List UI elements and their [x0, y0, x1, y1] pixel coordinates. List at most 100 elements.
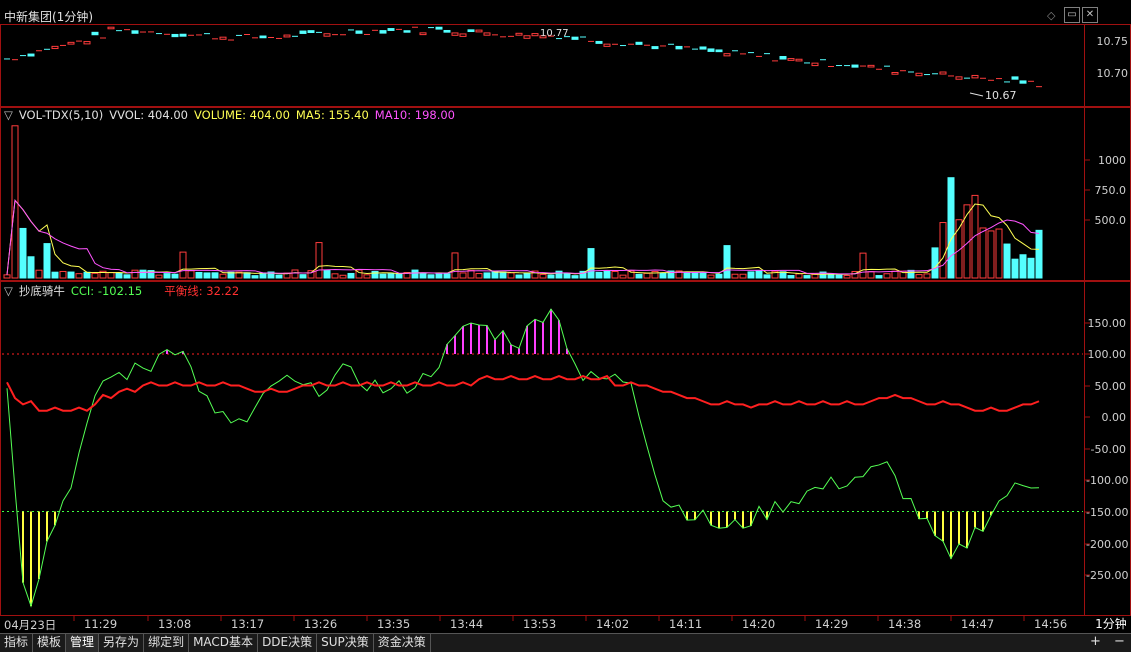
volume-bar — [331, 273, 339, 279]
tab-另存为[interactable]: 另存为 — [99, 634, 145, 652]
volume-bar — [723, 245, 731, 279]
price-candle — [795, 58, 803, 62]
price-candle — [323, 33, 331, 37]
volume-bar — [875, 275, 883, 279]
volume-bar — [515, 274, 523, 279]
volume-bar — [179, 251, 187, 279]
volume-bar — [835, 274, 843, 279]
volume-bar — [683, 271, 691, 279]
volume-bar — [411, 269, 419, 279]
time-axis-label: 14:29 — [815, 617, 849, 631]
volume-bar — [299, 274, 307, 279]
tab-MACD基本[interactable]: MACD基本 — [189, 634, 259, 652]
volume-axis-label: 500.0 — [1094, 214, 1127, 227]
cci-axis-label: -150.00 — [1086, 506, 1129, 519]
tab-管理[interactable]: 管理 — [66, 634, 100, 652]
volume-bar — [603, 270, 611, 279]
price-candle — [851, 64, 859, 68]
volume-bar — [867, 271, 875, 279]
price-candle — [603, 43, 611, 47]
volume-bar — [75, 273, 83, 279]
volume-bar — [923, 273, 931, 279]
volume-bar — [347, 272, 355, 279]
volume-bar — [707, 274, 715, 279]
tab-绑定到[interactable]: 绑定到 — [144, 634, 190, 652]
volume-axis-label: 1000 — [1098, 154, 1126, 167]
volume-bar — [1035, 229, 1043, 279]
volume-bar — [947, 177, 955, 279]
volume-bar — [571, 275, 579, 279]
volume-bar — [275, 274, 283, 279]
tab-资金决策[interactable]: 资金决策 — [374, 634, 431, 652]
volume-bar — [827, 273, 835, 279]
price-candle — [867, 64, 875, 68]
volume-bar — [1011, 258, 1019, 279]
volume-bar — [731, 273, 739, 279]
cci-axis-label: -50.00 — [1090, 443, 1126, 456]
price-candle — [595, 40, 603, 44]
volume-bar — [915, 274, 923, 279]
cci-axis-label: -100.00 — [1086, 474, 1129, 487]
price-candle — [299, 30, 307, 34]
volume-bar — [187, 270, 195, 279]
tab-SUP决策[interactable]: SUP决策 — [317, 634, 374, 652]
volume-bar — [203, 272, 211, 279]
price-candle — [571, 36, 579, 40]
price-candle — [459, 33, 467, 37]
volume-bar — [659, 272, 667, 279]
price-candle — [715, 49, 723, 53]
price-candle — [531, 33, 539, 37]
time-axis-label: 13:44 — [450, 617, 484, 631]
price-candle — [355, 30, 363, 34]
tab-指标[interactable]: 指标 — [0, 634, 34, 652]
volume-bar — [995, 228, 1003, 279]
price-candle — [939, 71, 947, 75]
volume-bar — [219, 273, 227, 279]
volume-bar — [883, 273, 891, 279]
price-axis-label: 10.75 — [1096, 35, 1129, 48]
volume-bar — [131, 269, 139, 279]
chart-canvas[interactable]: 10.77 10.67 — [0, 0, 1131, 633]
tab-模板[interactable]: 模板 — [33, 634, 67, 652]
volume-bar — [699, 272, 707, 279]
cci-axis-label: -250.00 — [1086, 569, 1129, 582]
volume-bar — [483, 272, 491, 279]
volume-bar — [763, 274, 771, 279]
volume-bar — [563, 272, 571, 279]
cci-axis-label: 50.00 — [1094, 380, 1127, 393]
tab-DDE决策[interactable]: DDE决策 — [258, 634, 318, 652]
volume-bar — [163, 273, 171, 279]
zoom-in-button[interactable]: + — [1090, 634, 1101, 649]
price-candle — [219, 36, 227, 40]
price-candle — [67, 41, 75, 45]
zoom-out-button[interactable]: − — [1114, 634, 1125, 649]
price-candle — [435, 26, 443, 30]
price-candle — [467, 29, 475, 33]
volume-bar — [611, 271, 619, 279]
price-candle — [1019, 80, 1027, 84]
price-candle — [443, 29, 451, 33]
volume-bar — [323, 269, 331, 279]
time-axis-label: 13:53 — [523, 617, 557, 631]
price-candle — [483, 32, 491, 36]
ma10-line — [6, 199, 1040, 275]
volume-bar — [19, 227, 27, 279]
price-candle — [475, 29, 483, 33]
volume-bar — [115, 272, 123, 279]
volume-bar — [811, 273, 819, 279]
time-axis-label: 14:38 — [888, 617, 922, 631]
time-axis-label: 14:20 — [742, 617, 776, 631]
volume-bar — [155, 274, 163, 279]
volume-bar — [467, 269, 475, 279]
volume-bar — [979, 227, 987, 279]
volume-bar — [587, 248, 595, 279]
volume-bar — [211, 272, 219, 279]
volume-bar — [507, 272, 515, 279]
period-selector[interactable]: 1分钟 — [1091, 616, 1131, 633]
price-axis-label: 10.70 — [1096, 67, 1129, 80]
volume-bar — [107, 272, 115, 279]
price-candle — [307, 30, 315, 33]
time-axis-label: 14:56 — [1034, 617, 1068, 631]
volume-bar — [971, 194, 979, 279]
price-high-annotation: 10.77 — [540, 28, 569, 39]
